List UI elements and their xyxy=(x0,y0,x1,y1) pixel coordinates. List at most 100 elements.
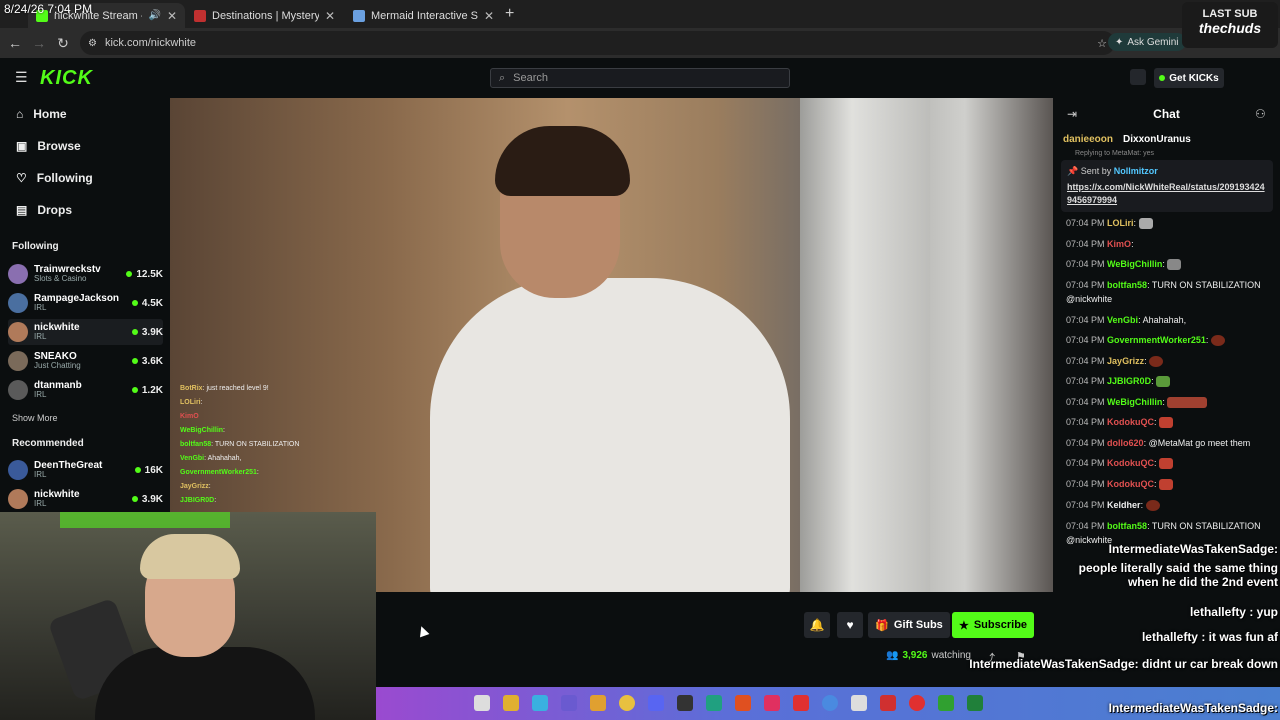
taskbar-app-icon[interactable] xyxy=(590,695,606,711)
close-tab-icon[interactable]: ✕ xyxy=(167,9,177,23)
live-dot-icon xyxy=(131,496,138,502)
chat-message[interactable]: 07:04 PM JJBIGR0D: xyxy=(1066,374,1274,388)
webcam-streamer-hair xyxy=(140,534,240,579)
get-kicks-button[interactable]: Get KICKs xyxy=(1154,68,1224,88)
kicks-coin-icon xyxy=(1159,75,1166,81)
chat-message[interactable]: 07:04 PM KimO: xyxy=(1066,237,1274,251)
chat-message[interactable]: 07:04 PM WeBigChillin: xyxy=(1066,395,1274,409)
live-dot-icon xyxy=(131,329,138,335)
mermaid-favicon-icon xyxy=(353,9,365,22)
sidebar-item-browse[interactable]: ▣ Browse xyxy=(16,136,81,156)
help-icon[interactable] xyxy=(822,695,838,711)
forward-icon[interactable]: → xyxy=(29,33,49,53)
chat-message[interactable]: 07:04 PM WeBigChillin: xyxy=(1066,257,1274,271)
following-channel-active[interactable]: nickwhite IRL 3.9K xyxy=(8,319,163,345)
music-icon[interactable] xyxy=(764,695,780,711)
back-icon[interactable]: ← xyxy=(5,33,25,53)
browser-toolbar: ← → ↻ ⚙ kick.com/nickwhite ☆ ✦ Ask Gemin… xyxy=(0,28,1280,58)
sidebar-item-following[interactable]: ♡ Following xyxy=(16,168,93,188)
bookmark-star-icon[interactable]: ☆ xyxy=(1097,37,1107,50)
reload-icon[interactable]: ↻ xyxy=(53,33,73,53)
chat-users-icon[interactable]: ⚇ xyxy=(1255,107,1266,121)
stream-clock: 8/24/26 7:04 PM xyxy=(4,2,93,16)
menu-icon[interactable]: ☰ xyxy=(15,69,28,86)
new-tab-icon[interactable]: + xyxy=(505,5,514,23)
sidebar-item-home[interactable]: ⌂ Home xyxy=(16,104,67,124)
speaker-icon[interactable]: 🔊 xyxy=(148,10,160,21)
viewers-icon: 👥 xyxy=(886,650,899,661)
excel-icon[interactable] xyxy=(967,695,983,711)
recommended-heading: Recommended xyxy=(12,438,84,449)
chat-panel: ⇥ Chat ⚇ danieeoon DixxonUranus Replying… xyxy=(1053,98,1280,688)
chat-message[interactable]: 07:04 PM GovernmentWorker251: xyxy=(1066,333,1274,347)
avatar xyxy=(8,380,28,400)
overlay-chat-line: LOLiri: xyxy=(180,399,203,406)
search-input[interactable]: ⌕ Search xyxy=(490,68,790,88)
following-channel[interactable]: SNEAKO Just Chatting 3.6K xyxy=(8,348,163,374)
emote-icon xyxy=(1156,376,1171,388)
emote-icon xyxy=(1210,335,1225,347)
chat-message[interactable]: 07:04 PM KodokuQC: xyxy=(1066,456,1274,470)
follow-heart-button[interactable]: ♥ xyxy=(837,612,863,638)
pinned-message: 📌 Sent by Nollmitzor https://x.com/NickW… xyxy=(1061,160,1273,212)
chat-message[interactable]: 07:04 PM JayGrizz: xyxy=(1066,354,1274,368)
taskbar-app-icon[interactable] xyxy=(706,695,722,711)
browser-tab-mermaid[interactable]: Mermaid Interactive Spotting M ✕ xyxy=(345,3,502,28)
chat-message[interactable]: 07:04 PM LOLiri: xyxy=(1066,216,1274,230)
gift-subs-button[interactable]: 🎁 Gift Subs xyxy=(868,612,950,638)
star-icon: ★ xyxy=(958,619,969,632)
following-channel[interactable]: Trainwreckstv Slots & Casino 12.5K xyxy=(8,261,163,287)
close-tab-icon[interactable]: ✕ xyxy=(325,9,335,23)
recommended-channel[interactable]: nickwhite IRL 3.9K xyxy=(8,486,163,512)
video-fridge xyxy=(800,98,930,592)
xbox-icon[interactable] xyxy=(938,695,954,711)
taskbar-app-icon[interactable] xyxy=(532,695,548,711)
following-channel[interactable]: RampageJackson IRL 4.5K xyxy=(8,290,163,316)
chat-message[interactable]: 07:04 PM dollo620: @MetaMat go meet them xyxy=(1066,436,1274,450)
chat-message[interactable]: 07:04 PM boltfan58: TURN ON STABILIZATIO… xyxy=(1066,278,1274,306)
folder-icon[interactable] xyxy=(503,695,519,711)
taskbar-app-icon[interactable] xyxy=(474,695,490,711)
taskbar-app-icon[interactable] xyxy=(793,695,809,711)
site-info-icon[interactable]: ⚙ xyxy=(88,38,97,49)
avatar xyxy=(8,489,28,509)
ask-gemini-button[interactable]: ✦ Ask Gemini xyxy=(1108,33,1186,51)
pinned-link[interactable]: https://x.com/NickWhiteReal/status/20919… xyxy=(1067,181,1267,207)
live-dot-icon xyxy=(131,387,138,393)
pin-icon: 📌 xyxy=(1067,166,1079,176)
top-gifter[interactable]: DixxonUranus xyxy=(1123,134,1191,145)
emote-icon xyxy=(1138,218,1153,230)
emote-icon xyxy=(1145,500,1160,512)
stream-chat-overlay-line: lethallefty : yup xyxy=(1189,605,1278,619)
address-bar[interactable]: ⚙ kick.com/nickwhite ☆ xyxy=(80,31,1115,55)
heart-icon: ♡ xyxy=(16,171,27,185)
close-tab-icon[interactable]: ✕ xyxy=(484,9,494,23)
taskbar-app-icon[interactable] xyxy=(677,695,693,711)
layout-icon[interactable] xyxy=(1130,69,1146,85)
show-more-link[interactable]: Show More xyxy=(12,413,58,423)
teams-icon[interactable] xyxy=(561,695,577,711)
kick-logo[interactable]: KICK xyxy=(40,67,93,90)
sidebar-item-drops[interactable]: ▤ Drops xyxy=(16,200,72,220)
subscribe-button[interactable]: ★ Subscribe xyxy=(952,612,1034,638)
discord-icon[interactable] xyxy=(648,695,664,711)
video-streamer-hair xyxy=(495,126,630,196)
following-channel[interactable]: dtanmanb IRL 1.2K xyxy=(8,377,163,403)
notification-bell-button[interactable]: 🔔 xyxy=(804,612,830,638)
overlay-chat-line: KimO xyxy=(180,413,199,420)
browser-tab-destinations[interactable]: Destinations | Mystery Vacation ✕ xyxy=(186,3,343,28)
top-gifter[interactable]: danieeoon xyxy=(1063,134,1113,145)
chrome-icon[interactable] xyxy=(619,695,635,711)
taskbar-app-icon[interactable] xyxy=(851,695,867,711)
chat-message[interactable]: 07:04 PM KodokuQC: xyxy=(1066,477,1274,491)
taskbar-app-icon[interactable] xyxy=(880,695,896,711)
avatar xyxy=(8,264,28,284)
brave-icon[interactable] xyxy=(735,695,751,711)
home-icon: ⌂ xyxy=(16,107,24,121)
recommended-channel[interactable]: DeenTheGreat IRL 16K xyxy=(8,457,163,483)
chat-message[interactable]: 07:04 PM KodokuQC: xyxy=(1066,415,1274,429)
replying-to-text: Replying to MetaMat: yes xyxy=(1075,150,1154,157)
opera-icon[interactable] xyxy=(909,695,925,711)
chat-message[interactable]: 07:04 PM VenGbi: Ahahahah, xyxy=(1066,313,1274,327)
chat-message[interactable]: 07:04 PM Keldher: xyxy=(1066,498,1274,512)
